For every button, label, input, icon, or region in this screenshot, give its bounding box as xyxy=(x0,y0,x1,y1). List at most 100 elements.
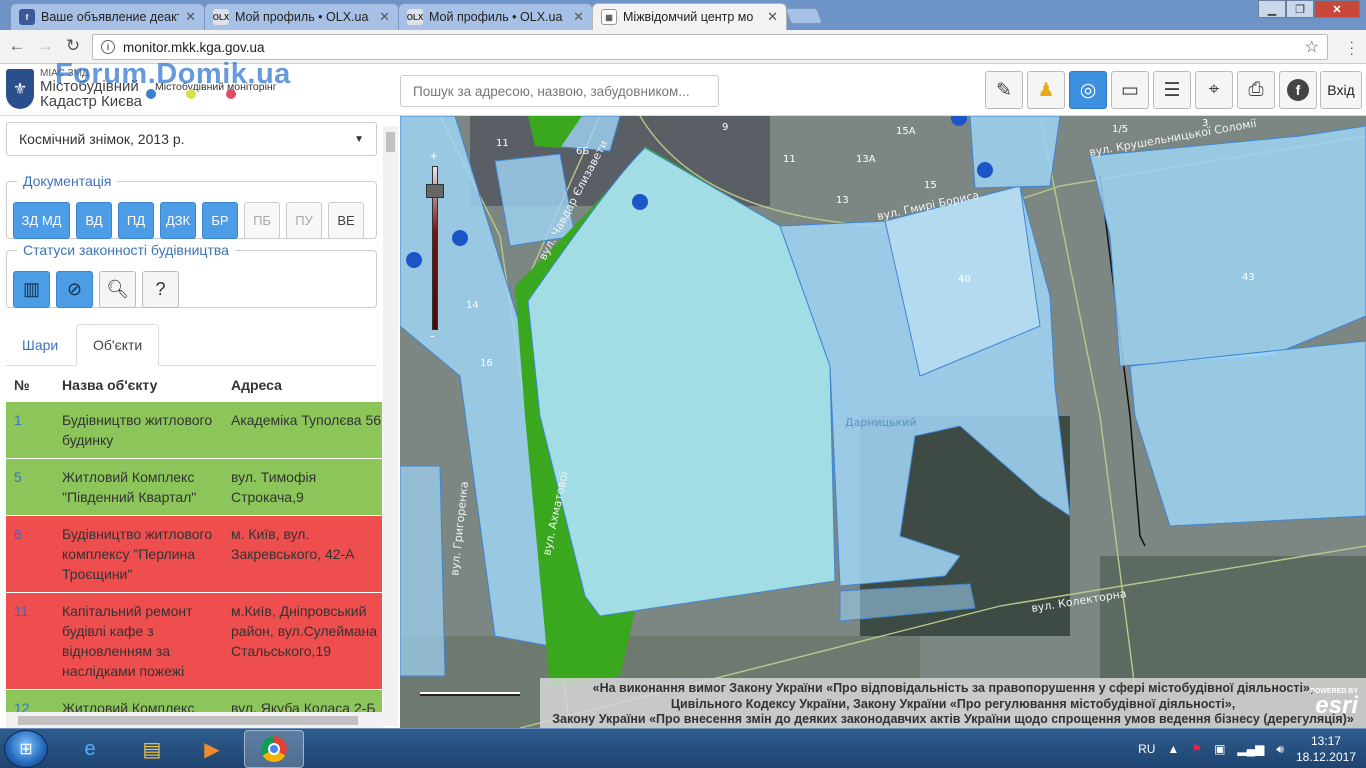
close-tab-icon[interactable]: ✕ xyxy=(573,9,584,25)
building-number: 13А xyxy=(856,154,876,165)
building-number: 16 xyxy=(480,358,493,369)
person-icon[interactable]: ♟ xyxy=(1027,71,1065,109)
table-row[interactable]: 1 Будівництво житлового будинку Академік… xyxy=(6,402,382,459)
restore-button[interactable]: ❐ xyxy=(1286,0,1314,18)
zoom-handle[interactable] xyxy=(426,184,444,198)
objects-table-header: № Назва об'єкту Адреса xyxy=(6,368,382,402)
flag-icon[interactable]: ⚑ xyxy=(1191,742,1202,756)
site-info-icon[interactable]: i xyxy=(101,40,115,54)
close-tab-icon[interactable]: ✕ xyxy=(185,9,196,25)
object-marker[interactable] xyxy=(406,252,422,268)
doc-button-br[interactable]: БР xyxy=(202,202,238,239)
parcel[interactable] xyxy=(1089,125,1366,367)
edit-icon[interactable]: ✎ xyxy=(985,71,1023,109)
tab-layers[interactable]: Шари xyxy=(6,324,74,366)
building-number: 6Б xyxy=(576,146,589,157)
close-tab-icon[interactable]: ✕ xyxy=(379,9,390,25)
table-row[interactable]: 5 Житловий Комплекс "Південний Квартал" … xyxy=(6,459,382,516)
tab-title: Міжвідомчий центр мо xyxy=(623,10,754,24)
parcel[interactable] xyxy=(1129,340,1366,527)
row-address: м. Київ, вул. Закревського, 42-А xyxy=(231,526,355,562)
omnibox[interactable]: i monitor.mkk.kga.gov.ua ☆ xyxy=(92,34,1328,60)
row-number[interactable]: 6 xyxy=(6,524,54,544)
tab-objects[interactable]: Об'єкти xyxy=(76,324,160,366)
doc-button-pd[interactable]: ПД xyxy=(118,202,154,239)
ruler-icon[interactable]: ▭ xyxy=(1111,71,1149,109)
new-tab-button[interactable] xyxy=(785,8,823,24)
search-icon[interactable]: 🔍︎ xyxy=(99,271,136,308)
sidebar-scrollbar[interactable] xyxy=(383,126,398,726)
login-button[interactable]: Вхід xyxy=(1320,71,1362,109)
legal-disclaimer: «На виконання вимог Закону України «Про … xyxy=(540,678,1366,728)
column-header-address[interactable]: Адреса xyxy=(223,377,382,393)
media-player-icon[interactable]: ▶ xyxy=(182,730,242,768)
back-icon[interactable]: ← xyxy=(6,36,28,56)
internet-explorer-icon[interactable]: e xyxy=(60,730,120,768)
row-number[interactable]: 5 xyxy=(6,467,54,487)
file-explorer-icon[interactable]: ▤ xyxy=(122,730,182,768)
doc-button-pb[interactable]: ПБ xyxy=(244,202,280,239)
layers-icon[interactable]: ☰ xyxy=(1153,71,1191,109)
doc-button-pu[interactable]: ПУ xyxy=(286,202,322,239)
chrome-icon[interactable] xyxy=(244,730,304,768)
parcel[interactable] xyxy=(400,465,446,677)
crane-icon[interactable]: ▥ xyxy=(13,271,50,308)
signal-icon[interactable]: ▂▄▆ xyxy=(1237,742,1264,756)
objects-table-body: 1 Будівництво житлового будинку Академік… xyxy=(6,402,382,720)
scrollbar-thumb[interactable] xyxy=(386,132,395,152)
app-header: ⚜ МІАС ЗМД Містобудівний Кадастр Києва М… xyxy=(0,58,1366,116)
forward-icon[interactable]: → xyxy=(34,36,56,56)
reload-icon[interactable]: ↻ xyxy=(62,36,84,56)
address-search-input[interactable] xyxy=(400,75,719,107)
table-row[interactable]: 6 Будівництво житлового комплексу "Перли… xyxy=(6,516,382,593)
bookmark-star-icon[interactable]: ☆ xyxy=(1305,37,1319,57)
doc-button-ve[interactable]: ВЕ xyxy=(328,202,364,239)
row-number[interactable]: 11 xyxy=(6,601,54,621)
info-icon[interactable]: f xyxy=(1279,71,1317,109)
chrome-logo xyxy=(261,736,287,762)
browser-menu-icon[interactable]: · · · xyxy=(1349,34,1354,60)
basemap-selected: Космічний знімок, 2013 р. xyxy=(19,131,185,147)
doc-button-dzk[interactable]: ДЗК xyxy=(160,202,196,239)
language-indicator[interactable]: RU xyxy=(1138,742,1155,756)
basemap-select[interactable]: Космічний знімок, 2013 р. ▼ xyxy=(6,122,377,156)
volume-icon[interactable]: 🔊︎ xyxy=(1276,742,1284,757)
watermark-text: Forum.Domik.ua xyxy=(55,58,291,90)
tray-expand-icon[interactable]: ▲ xyxy=(1167,742,1179,756)
scrollbar-thumb[interactable] xyxy=(18,716,358,725)
table-horizontal-scrollbar[interactable] xyxy=(6,712,383,728)
browser-tab[interactable]: OLX Мой профиль • OLX.ua ✕ xyxy=(398,3,593,30)
sidebar: Космічний знімок, 2013 р. ▼ Документація… xyxy=(0,116,400,728)
doc-button-zd-md[interactable]: ЗД МД xyxy=(13,202,70,239)
clock[interactable]: 13:17 18.12.2017 xyxy=(1296,733,1356,765)
object-marker[interactable] xyxy=(632,194,648,210)
no-build-icon[interactable]: ⊘ xyxy=(56,271,93,308)
object-marker[interactable] xyxy=(452,230,468,246)
row-address: вул. Тимофія Строкача,9 xyxy=(231,469,317,505)
device-icon[interactable]: ▣ xyxy=(1214,742,1225,756)
question-search-icon[interactable]: ? xyxy=(142,271,179,308)
browser-tab[interactable]: OLX Мой профиль • OLX.ua ✕ xyxy=(204,3,399,30)
column-header-number[interactable]: № xyxy=(6,377,54,393)
zoom-slider[interactable]: + - xyxy=(426,149,444,342)
table-row[interactable]: 11 Капітальний ремонт будівлі кафе з від… xyxy=(6,593,382,690)
map-canvas[interactable]: вул. Чавдар Єлизавети вул. Гмирі Бориса … xyxy=(400,116,1366,728)
start-button[interactable]: ⊞ xyxy=(4,730,48,768)
doc-button-vd[interactable]: ВД xyxy=(76,202,112,239)
zoom-in-icon[interactable]: + xyxy=(430,149,438,162)
locate-icon[interactable]: ⌖ xyxy=(1195,71,1233,109)
column-header-name[interactable]: Назва об'єкту xyxy=(54,377,223,393)
print-icon[interactable]: ⎙ xyxy=(1237,71,1275,109)
url-text[interactable]: monitor.mkk.kga.gov.ua xyxy=(123,40,1297,55)
close-tab-icon[interactable]: ✕ xyxy=(767,9,778,25)
compass-icon[interactable]: ◎ xyxy=(1069,71,1107,109)
zoom-out-icon[interactable]: - xyxy=(430,329,434,342)
browser-tab[interactable]: f Ваше объявление деакт ✕ xyxy=(10,3,205,30)
map-view[interactable]: вул. Чавдар Єлизавети вул. Гмирі Бориса … xyxy=(400,116,1366,728)
close-window-button[interactable]: ✕ xyxy=(1314,0,1360,18)
browser-tab-active[interactable]: ▦ Міжвідомчий центр мо ✕ xyxy=(592,3,787,30)
row-number[interactable]: 1 xyxy=(6,410,54,430)
object-marker[interactable] xyxy=(977,162,993,178)
minimize-button[interactable]: ▁ xyxy=(1258,0,1286,18)
map-scale-bar xyxy=(420,692,520,696)
